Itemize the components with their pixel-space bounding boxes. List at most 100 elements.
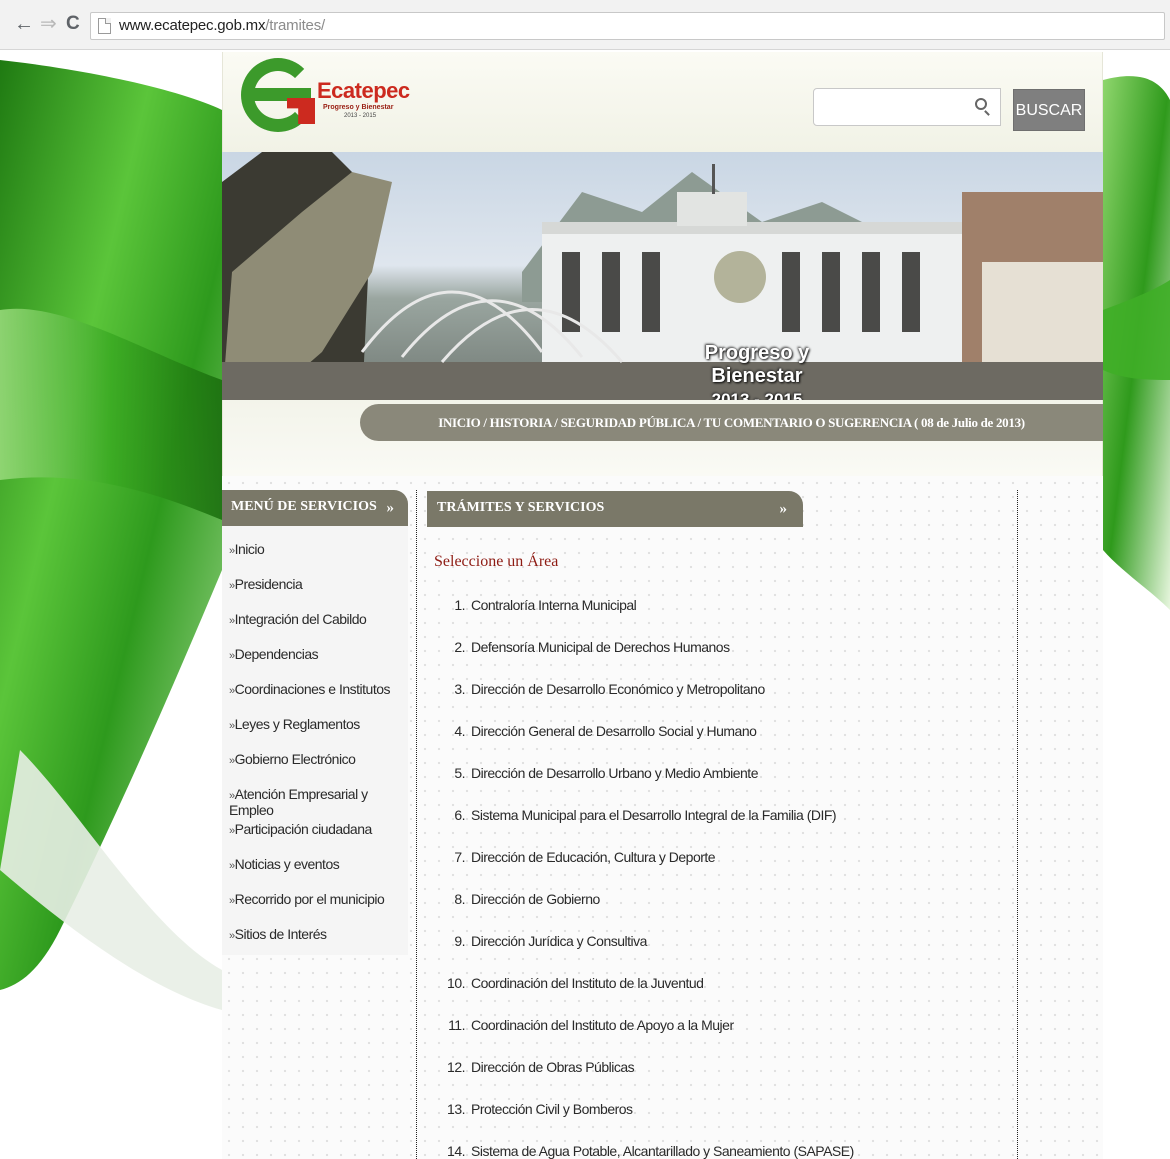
area-link[interactable]: Dirección de Obras Públicas	[471, 1059, 635, 1075]
area-item[interactable]: 6. Sistema Municipal para el Desarrollo I…	[441, 807, 1001, 849]
area-link[interactable]: Dirección de Desarrollo Urbano y Medio A…	[471, 765, 758, 781]
area-list: 1. Contraloría Interna Municipal 2. Defenso…	[441, 597, 1001, 1159]
area-item[interactable]: 8. Dirección de Gobierno	[441, 891, 1001, 933]
area-item[interactable]: 5. Dirección de Desarrollo Urbano y Medio…	[441, 765, 1001, 807]
sidebar-item[interactable]: »Coordinaciones e Institutos	[229, 681, 405, 716]
sidebar-item[interactable]: »Recorrido por el municipio	[229, 891, 405, 926]
sidebar-item-label[interactable]: Participación ciudadana	[235, 821, 373, 837]
area-number: 14.	[447, 1143, 465, 1159]
back-arrow-icon[interactable]: ←	[14, 14, 34, 34]
area-number: 7.	[454, 849, 465, 865]
address-bar[interactable]: www.ecatepec.gob.mx/tramites/	[90, 12, 1165, 40]
sidebar-item[interactable]: »Gobierno Electrónico	[229, 751, 405, 786]
area-link[interactable]: Dirección de Gobierno	[471, 891, 600, 907]
area-link[interactable]: Dirección General de Desarrollo Social y…	[471, 723, 757, 739]
sidebar-item-label[interactable]: Noticias y eventos	[235, 856, 340, 872]
area-link[interactable]: Defensoría Municipal de Derechos Humanos	[471, 639, 730, 655]
nav-separator: /	[480, 415, 490, 430]
search-icon[interactable]	[975, 98, 987, 110]
area-item[interactable]: 7. Dirección de Educación, Cultura y Depo…	[441, 849, 1001, 891]
area-item[interactable]: 9. Dirección Jurídica y Consultiva	[441, 933, 1001, 975]
area-item[interactable]: 4. Dirección General de Desarrollo Social…	[441, 723, 1001, 765]
area-number: 3.	[454, 681, 465, 697]
area-number: 9.	[454, 933, 465, 949]
divider	[1017, 490, 1018, 1159]
area-link[interactable]: Sistema de Agua Potable, Alcantarillado …	[471, 1143, 854, 1159]
nav-seguridad-publica[interactable]: SEGURIDAD PÚBLICA	[561, 415, 695, 430]
area-link[interactable]: Dirección de Educación, Cultura y Deport…	[471, 849, 716, 865]
area-item[interactable]: 14. Sistema de Agua Potable, Alcantarilla…	[441, 1143, 1001, 1159]
area-number: 2.	[454, 639, 465, 655]
search-button[interactable]: BUSCAR	[1013, 89, 1085, 131]
sidebar-title: MENÚ DE SERVICIOS	[231, 499, 377, 514]
sidebar-item-label[interactable]: Coordinaciones e Institutos	[235, 681, 391, 697]
sidebar-item[interactable]: »Integración del Cabildo	[229, 611, 405, 646]
sidebar-item-label[interactable]: Leyes y Reglamentos	[235, 716, 361, 732]
area-number: 4.	[454, 723, 465, 739]
sidebar-item-label[interactable]: Atención Empresarial y Empleo	[229, 786, 368, 818]
area-link[interactable]: Contraloría Interna Municipal	[471, 597, 637, 613]
logo-name[interactable]: Ecatepec	[317, 78, 410, 104]
hero-banner: Progreso y Bienestar 2013 - 2015	[222, 152, 1103, 404]
area-number: 13.	[447, 1101, 465, 1117]
divider	[416, 490, 417, 1159]
section-title: Seleccione un Área	[434, 553, 559, 570]
sidebar-item-label[interactable]: Integración del Cabildo	[235, 611, 367, 627]
search-input[interactable]	[813, 88, 1001, 126]
top-navigation: INICIO / HISTORIA / SEGURIDAD PÚBLICA / …	[360, 404, 1103, 441]
sidebar-menu: »Inicio »Presidencia »Integración del Cabi…	[229, 541, 405, 961]
site-header: Ecatepec Progreso y Bienestar 2013 - 201…	[222, 52, 1103, 152]
area-link[interactable]: Dirección Jurídica y Consultiva	[471, 933, 647, 949]
area-link[interactable]: Coordinación del Instituto de la Juventu…	[471, 975, 704, 991]
sidebar-item[interactable]: »Noticias y eventos	[229, 856, 405, 891]
area-number: 5.	[454, 765, 465, 781]
area-number: 11.	[448, 1017, 465, 1033]
area-item[interactable]: 11. Coordinación del Instituto de Apoyo a…	[441, 1017, 1001, 1059]
url-text[interactable]: www.ecatepec.gob.mx/tramites/	[119, 17, 325, 34]
nav-inicio[interactable]: INICIO	[438, 415, 481, 430]
sidebar-item-label[interactable]: Dependencias	[235, 646, 319, 662]
area-number: 8.	[454, 891, 465, 907]
logo-years: 2013 - 2015	[344, 113, 377, 119]
sidebar-item[interactable]: »Inicio	[229, 541, 405, 576]
area-number: 10.	[447, 975, 465, 991]
forward-arrow-icon[interactable]: ⇒	[40, 14, 57, 34]
sidebar-item[interactable]: »Atención Empresarial y Empleo	[229, 786, 405, 821]
current-date: ( 08 de Julio de 2013)	[914, 415, 1025, 430]
double-chevron-icon: »	[386, 500, 395, 516]
sidebar-item-label[interactable]: Sitios de Interés	[235, 926, 327, 942]
reload-icon[interactable]: C	[66, 14, 80, 34]
banner-title: Progreso y Bienestar	[704, 342, 810, 387]
area-item[interactable]: 13. Protección Civil y Bomberos	[441, 1101, 1001, 1143]
sidebar-item-label[interactable]: Recorrido por el municipio	[235, 891, 385, 907]
area-link[interactable]: Sistema Municipal para el Desarrollo Int…	[471, 807, 837, 823]
sidebar-item-label[interactable]: Gobierno Electrónico	[235, 751, 356, 767]
area-item[interactable]: 3. Dirección de Desarrollo Económico y Me…	[441, 681, 1001, 723]
nav-historia[interactable]: HISTORIA	[490, 415, 552, 430]
sidebar-item-label[interactable]: Inicio	[235, 541, 265, 557]
logo-tagline: Progreso y Bienestar	[323, 104, 394, 111]
area-number: 1.	[454, 597, 465, 613]
sidebar-item[interactable]: »Participación ciudadana	[229, 821, 405, 856]
url-path: /tramites/	[265, 17, 325, 34]
area-number: 6.	[454, 807, 465, 823]
sidebar-item[interactable]: »Sitios de Interés	[229, 926, 405, 961]
area-link[interactable]: Protección Civil y Bomberos	[471, 1101, 633, 1117]
banner-caption: Progreso y Bienestar 2013 - 2015	[662, 342, 852, 404]
area-link[interactable]: Coordinación del Instituto de Apoyo a la…	[471, 1017, 734, 1033]
area-item[interactable]: 1. Contraloría Interna Municipal	[441, 597, 1001, 639]
sidebar-item[interactable]: »Presidencia	[229, 576, 405, 611]
area-item[interactable]: 12. Dirección de Obras Públicas	[441, 1059, 1001, 1101]
url-domain: www.ecatepec.gob.mx	[119, 17, 266, 34]
sidebar-item-label[interactable]: Presidencia	[235, 576, 303, 592]
area-number: 12.	[447, 1059, 465, 1075]
sidebar-item[interactable]: »Leyes y Reglamentos	[229, 716, 405, 751]
double-chevron-icon: »	[779, 501, 788, 517]
browser-toolbar: ← ⇒ C www.ecatepec.gob.mx/tramites/	[0, 0, 1170, 50]
area-item[interactable]: 10. Coordinación del Instituto de la Juve…	[441, 975, 1001, 1017]
nav-comentario[interactable]: TU COMENTARIO O SUGERENCIA	[704, 415, 912, 430]
sidebar-item[interactable]: »Dependencias	[229, 646, 405, 681]
area-link[interactable]: Dirección de Desarrollo Económico y Metr…	[471, 681, 765, 697]
area-item[interactable]: 2. Defensoría Municipal de Derechos Human…	[441, 639, 1001, 681]
sidebar-header: MENÚ DE SERVICIOS »	[222, 490, 408, 526]
